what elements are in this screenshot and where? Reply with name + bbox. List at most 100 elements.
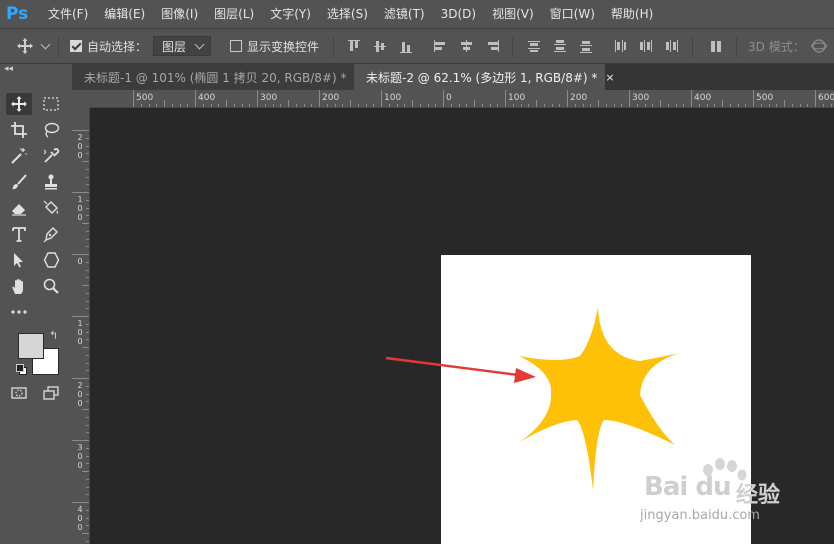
horizontal-ruler[interactable]: 500 400 300 200 100 0 100 200 300 400 500 600: [90, 90, 834, 108]
align-horizontal-center-button[interactable]: [458, 29, 474, 63]
ruler-minor-tick: [82, 533, 89, 534]
type-tool[interactable]: [6, 223, 32, 245]
ruler-minor-tick: [82, 223, 89, 224]
distribute-right-icon: [664, 38, 680, 54]
ruler-minor-tick: [82, 347, 89, 348]
auto-align-button[interactable]: [708, 29, 724, 63]
quick-mask-button[interactable]: [6, 382, 32, 404]
path-selection-tool[interactable]: [6, 249, 32, 271]
move-tool[interactable]: [6, 93, 32, 115]
edit-toolbar-button[interactable]: [6, 301, 32, 323]
eraser-icon: [12, 204, 26, 216]
distribute-horizontal-center-button[interactable]: [638, 29, 654, 63]
ruler-minor-tick: [722, 100, 723, 107]
menu-view[interactable]: 视图(V): [484, 0, 542, 28]
polygon-tool[interactable]: [38, 249, 64, 271]
menu-select[interactable]: 选择(S): [319, 0, 376, 28]
auto-select-option[interactable]: 自动选择：: [70, 29, 147, 63]
zoom-tool[interactable]: [38, 275, 64, 297]
type-icon: [12, 227, 26, 242]
ruler-tick: [72, 378, 89, 379]
show-transform-checkbox[interactable]: [230, 40, 242, 52]
crop-tool[interactable]: [6, 119, 32, 141]
foreground-color-swatch[interactable]: [18, 333, 44, 359]
watermark: Bai du 经验 jingyan.baidu.com: [640, 458, 830, 540]
distribute-top-button[interactable]: [526, 29, 542, 63]
ruler-minor-tick: [598, 100, 599, 107]
default-colors-icon[interactable]: [16, 364, 27, 375]
ruler-tick: [72, 502, 89, 503]
ruler-label: 300: [632, 93, 650, 103]
chevron-down-icon: [40, 39, 51, 50]
magic-wand-tool[interactable]: [6, 145, 32, 167]
hand-tool[interactable]: [6, 275, 32, 297]
ruler-tick: [505, 90, 506, 107]
lasso-tool[interactable]: [38, 119, 64, 141]
align-top-button[interactable]: [346, 29, 362, 63]
ruler-minor-tick: [536, 100, 537, 107]
paint-bucket-tool[interactable]: [38, 197, 64, 219]
divider: [58, 37, 59, 57]
ruler-label: 0: [446, 93, 452, 103]
collapse-panel-icon[interactable]: ◂◂: [4, 64, 13, 74]
arrow-cursor-icon: [14, 253, 23, 268]
align-vertical-center-button[interactable]: [372, 29, 388, 63]
align-bottom-button[interactable]: [398, 29, 414, 63]
ruler-origin[interactable]: [72, 90, 90, 108]
menu-type[interactable]: 文字(Y): [262, 0, 319, 28]
auto-select-target-dropdown[interactable]: 图层: [153, 36, 211, 56]
ruler-minor-tick: [226, 100, 227, 107]
align-left-button[interactable]: [432, 29, 448, 63]
ruler-minor-tick: [82, 471, 89, 472]
tab-document-1[interactable]: 未标题-1 @ 101% (椭圆 1 拷贝 20, RGB/8#) * ×: [72, 64, 364, 90]
align-bottom-icon: [398, 38, 414, 54]
auto-select-checkbox[interactable]: [70, 40, 82, 52]
eraser-tool[interactable]: [6, 197, 32, 219]
vertical-ruler[interactable]: 2 0 0 1 0 0 0 1 0 0 2 0 0 3 0 0 4 0 0: [72, 108, 90, 544]
align-center-icon: [458, 38, 474, 54]
3d-orbit-icon: [811, 39, 827, 53]
distribute-right-button[interactable]: [664, 29, 680, 63]
3d-orbit-button[interactable]: [810, 29, 828, 63]
stamp-tool[interactable]: [38, 171, 64, 193]
ruler-minor-tick: [82, 409, 89, 410]
align-top-icon: [346, 38, 362, 54]
show-transform-option[interactable]: 显示变换控件: [230, 29, 319, 63]
brush-tool[interactable]: [6, 171, 32, 193]
distribute-left-button[interactable]: [612, 29, 628, 63]
eyedropper-tool[interactable]: [38, 145, 64, 167]
menu-layer[interactable]: 图层(L): [206, 0, 262, 28]
pen-tool[interactable]: [38, 223, 64, 245]
menu-3d[interactable]: 3D(D): [433, 0, 484, 28]
divider: [736, 37, 737, 57]
ruler-minor-tick: [82, 161, 89, 162]
ruler-label: 2 0 0: [77, 381, 83, 408]
distribute-left-icon: [612, 38, 628, 54]
ruler-label: 3 0 0: [77, 443, 83, 470]
show-transform-label: 显示变换控件: [247, 39, 320, 54]
ruler-label: 2 0 0: [77, 133, 83, 160]
marquee-tool[interactable]: [38, 93, 64, 115]
hand-icon: [12, 279, 23, 294]
distribute-vertical-center-button[interactable]: [552, 29, 568, 63]
close-icon[interactable]: ×: [605, 71, 614, 84]
menu-edit[interactable]: 编辑(E): [96, 0, 153, 28]
ruler-label: 4 0 0: [77, 505, 83, 532]
watermark-brand: Bai du: [644, 472, 731, 502]
paint-bucket-icon: [43, 200, 59, 214]
align-right-button[interactable]: [484, 29, 500, 63]
swap-colors-icon[interactable]: ↰: [49, 330, 61, 342]
magic-wand-icon: [11, 148, 27, 164]
menu-window[interactable]: 窗口(W): [542, 0, 603, 28]
menu-file[interactable]: 文件(F): [40, 0, 96, 28]
menu-help[interactable]: 帮助(H): [603, 0, 661, 28]
ruler-tick: [319, 90, 320, 107]
ruler-tick: [72, 254, 89, 255]
distribute-bottom-button[interactable]: [578, 29, 594, 63]
toolbar: ↰: [0, 90, 72, 544]
move-tool-preset[interactable]: [16, 29, 51, 63]
menu-image[interactable]: 图像(I): [153, 0, 206, 28]
tab-document-2[interactable]: 未标题-2 @ 62.1% (多边形 1, RGB/8#) * ×: [354, 64, 615, 90]
menu-filter[interactable]: 滤镜(T): [376, 0, 433, 28]
screen-mode-button[interactable]: [38, 382, 64, 404]
